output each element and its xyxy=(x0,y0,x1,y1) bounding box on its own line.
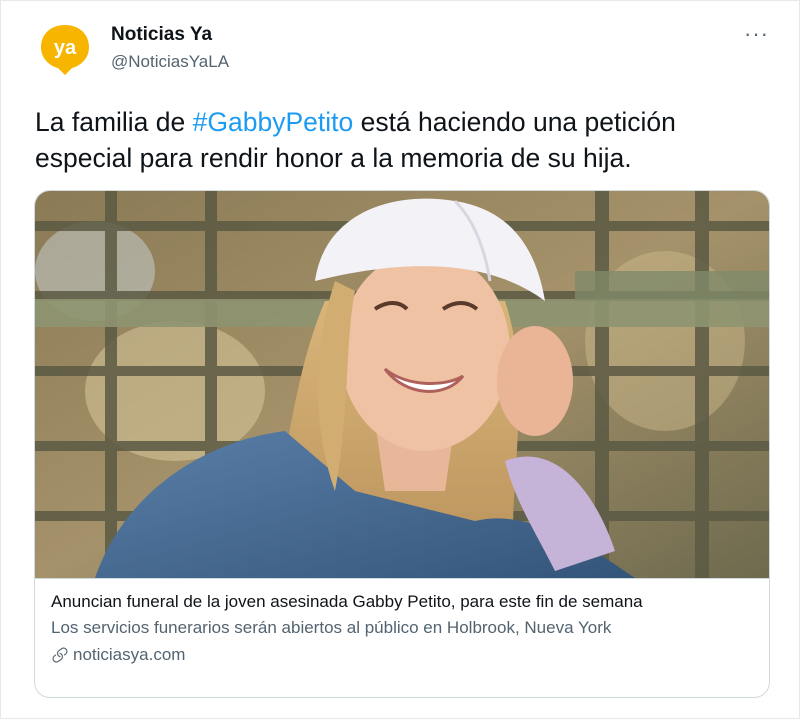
link-icon xyxy=(52,647,68,663)
more-options-icon[interactable]: ··· xyxy=(744,21,769,47)
link-card[interactable]: Anuncian funeral de la joven asesinada G… xyxy=(34,190,770,698)
card-divider xyxy=(35,578,769,579)
tweet: ya Noticias Ya @NoticiasYaLA ··· La fami… xyxy=(0,0,800,719)
card-body[interactable]: Anuncian funeral de la joven asesinada G… xyxy=(51,591,761,666)
card-title[interactable]: Anuncian funeral de la joven asesinada G… xyxy=(51,591,761,613)
card-image[interactable] xyxy=(35,191,769,578)
hashtag-link[interactable]: #GabbyPetito xyxy=(193,107,354,137)
tweet-text-before: La familia de xyxy=(35,107,193,137)
author-handle[interactable]: @NoticiasYaLA xyxy=(111,52,229,72)
tweet-text: La familia de #GabbyPetito está haciendo… xyxy=(35,104,775,176)
card-domain-row[interactable]: noticiasya.com xyxy=(51,644,761,666)
card-description[interactable]: Los servicios funerarios serán abiertos … xyxy=(51,617,761,639)
avatar-logo-text: ya xyxy=(54,37,77,59)
avatar[interactable]: ya xyxy=(39,23,91,75)
card-domain[interactable]: noticiasya.com xyxy=(73,644,185,666)
author-name[interactable]: Noticias Ya xyxy=(111,24,212,46)
